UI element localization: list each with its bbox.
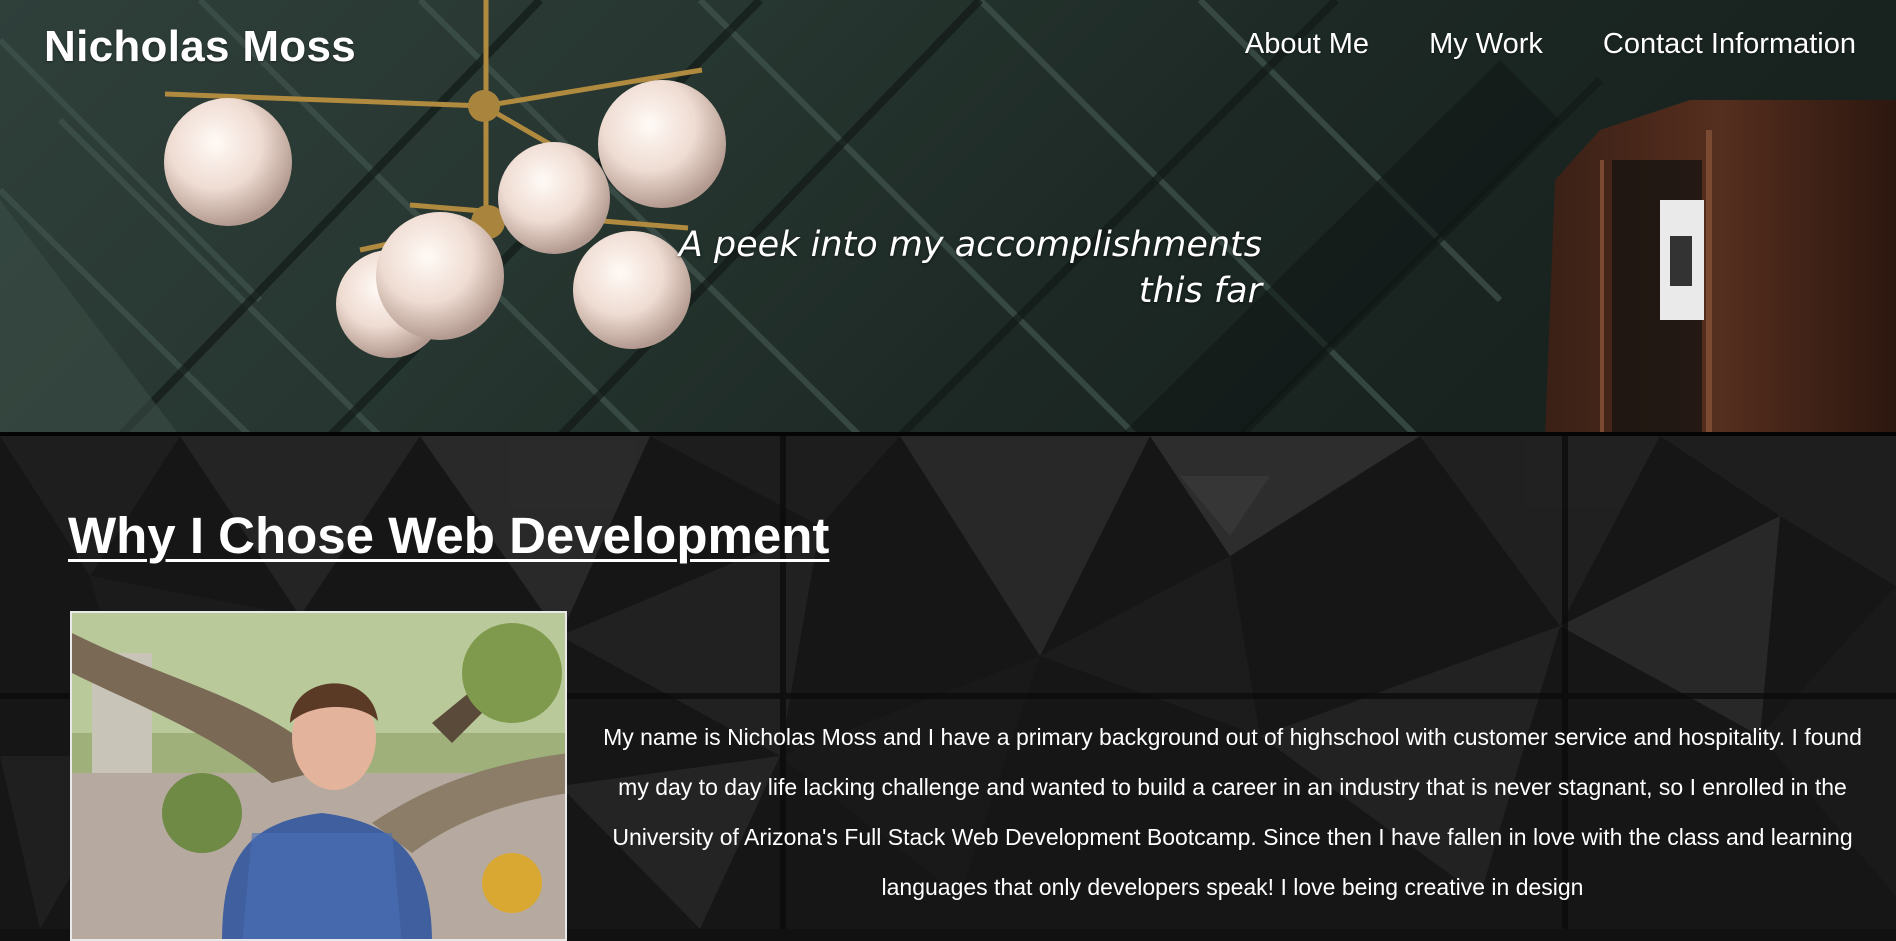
profile-photo-image — [72, 613, 565, 939]
tagline-line-1: A peek into my accomplishments — [678, 225, 1262, 265]
site-title[interactable]: Nicholas Moss — [44, 22, 356, 72]
nav-my-work[interactable]: My Work — [1429, 28, 1543, 61]
nav-contact-information[interactable]: Contact Information — [1603, 28, 1856, 61]
section-heading: Why I Chose Web Development — [68, 507, 830, 564]
profile-photo — [70, 611, 567, 941]
nav-about-me[interactable]: About Me — [1245, 28, 1369, 61]
tagline-line-2: this far — [1138, 271, 1262, 311]
bio-paragraph: My name is Nicholas Moss and I have a pr… — [603, 724, 1862, 900]
hero-tagline: A peek into my accomplishments this far — [640, 222, 1262, 314]
hero-banner: Nicholas Moss About Me My Work Contact I… — [0, 0, 1896, 436]
main-nav: About Me My Work Contact Information — [1245, 28, 1856, 61]
